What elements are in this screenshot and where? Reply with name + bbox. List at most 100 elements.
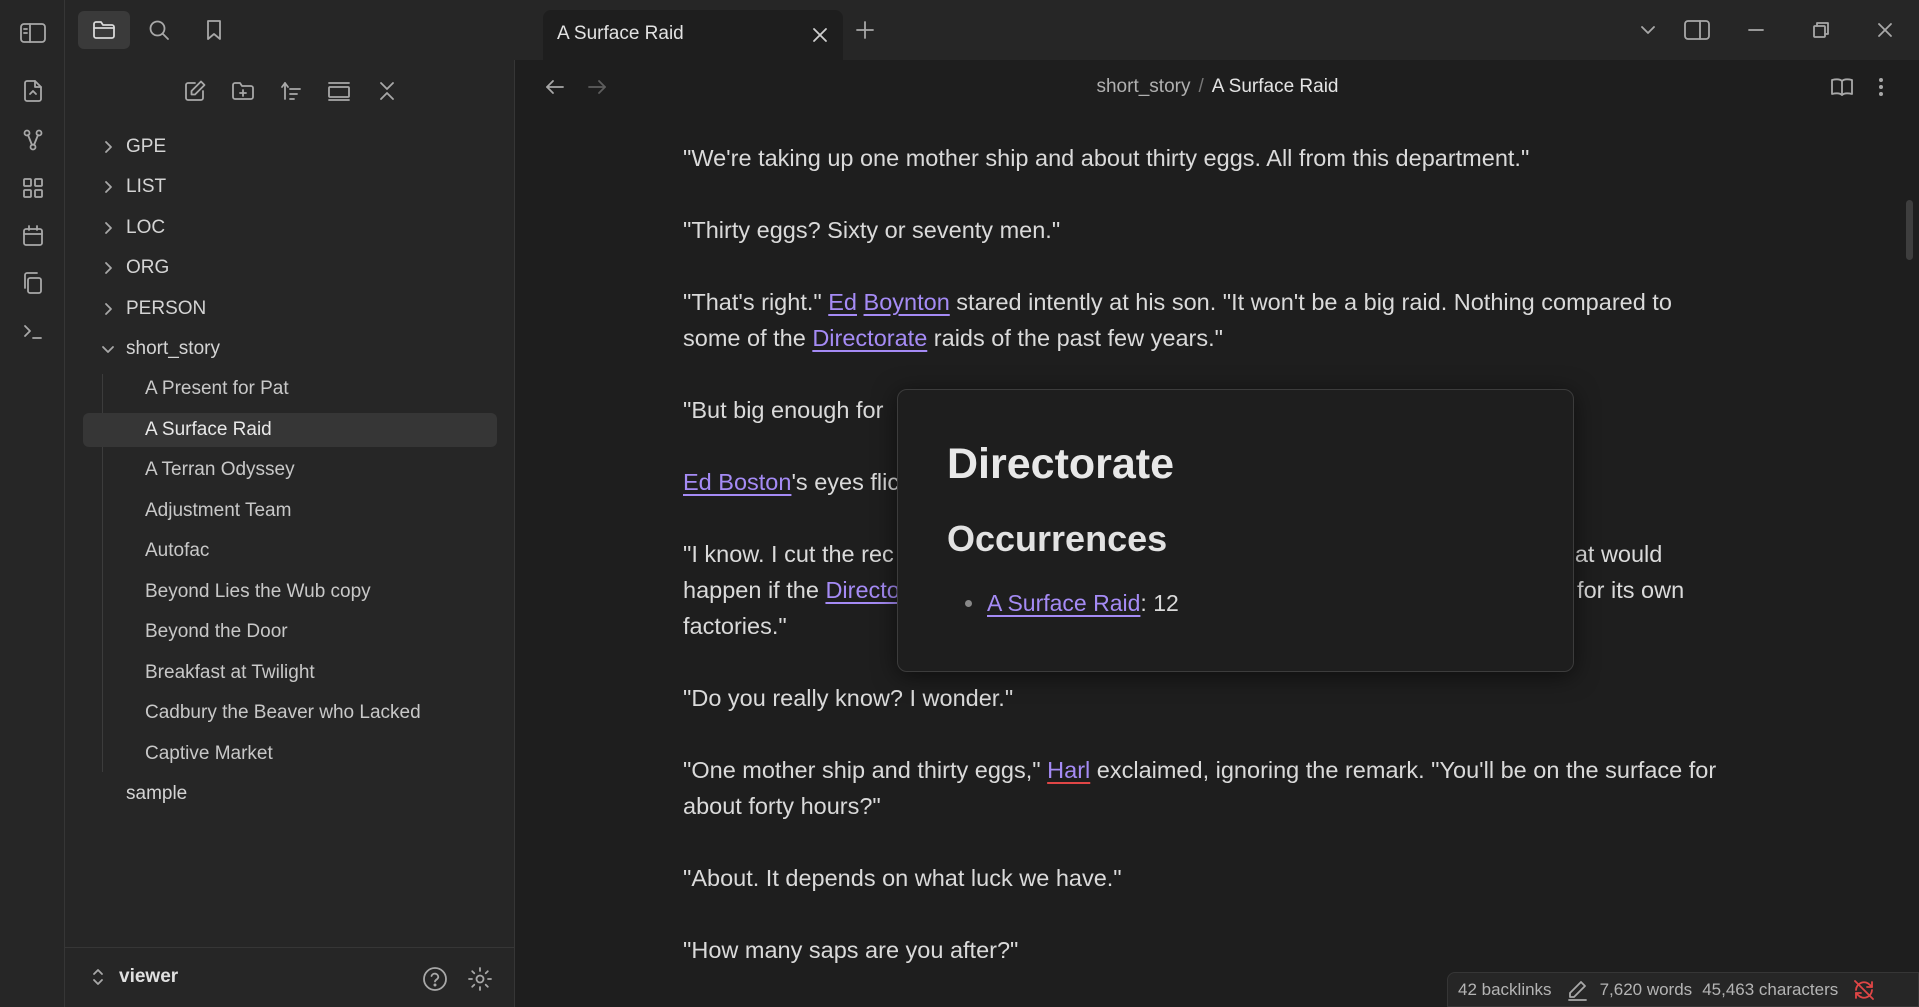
sidebar-toggle-icon[interactable] (18, 18, 48, 48)
restore-icon[interactable] (1801, 12, 1841, 48)
popover-subheading: Occurrences (947, 518, 1168, 559)
popover-title: Directorate (947, 440, 1175, 488)
text-run: -- for its own (1554, 577, 1685, 603)
canvas-icon[interactable] (18, 173, 48, 203)
reading-view-book-icon[interactable] (1829, 75, 1855, 99)
breadcrumb-separator: / (1198, 76, 1204, 97)
folder-label: short_story (126, 338, 220, 359)
file-item[interactable]: A Terran Odyssey (83, 453, 497, 487)
sort-icon[interactable] (276, 76, 306, 106)
paragraph: "We're taking up one mother ship and abo… (683, 145, 1530, 171)
settings-gear-icon[interactable] (465, 964, 495, 994)
folder-loc[interactable]: LOC (90, 211, 479, 245)
internal-link[interactable]: Harl (1047, 757, 1090, 783)
close-window-icon[interactable] (1865, 12, 1905, 48)
character-count: 45,463 characters (1702, 979, 1839, 999)
folder-label: LIST (126, 176, 167, 197)
tab-list-chevron-icon[interactable] (1628, 12, 1668, 48)
text-run: at would (1574, 541, 1663, 567)
folder-gpe[interactable]: GPE (90, 130, 479, 164)
file-item-active[interactable]: A Surface Raid (83, 413, 497, 447)
new-tab-icon[interactable] (845, 12, 885, 48)
daily-note-icon[interactable] (18, 221, 48, 251)
search-icon[interactable] (133, 11, 185, 49)
switcher-icon[interactable] (18, 76, 48, 106)
folder-label: ORG (126, 257, 170, 278)
folder-label: LOC (126, 217, 166, 238)
vault-switcher[interactable]: viewer (91, 966, 178, 988)
file-item[interactable]: Breakfast at Twilight (83, 656, 497, 690)
edit-mode-pencil-icon[interactable] (1566, 979, 1588, 1001)
bookmark-icon[interactable] (188, 11, 240, 49)
file-item[interactable]: Adjustment Team (83, 494, 497, 528)
tab-title: A Surface Raid (557, 23, 684, 44)
occurrence-link[interactable]: A Surface Raid (987, 590, 1140, 617)
folder-short-story[interactable]: short_story (90, 332, 479, 366)
vault-footer: viewer (65, 947, 515, 1007)
file-item[interactable]: Captive Market (83, 737, 497, 771)
text-run: "I know. I cut the rec (683, 541, 894, 567)
folder-list[interactable]: LIST (90, 170, 479, 204)
files-icon[interactable] (78, 11, 130, 49)
chevron-right-icon (98, 177, 118, 197)
folder-label: PERSON (126, 298, 207, 319)
file-item[interactable]: Beyond the Door (83, 615, 497, 649)
text-run: "That's right." (683, 289, 829, 315)
paragraph: "About. It depends on what luck we have.… (683, 865, 1122, 891)
text-run: 's eyes flic (791, 469, 900, 495)
ribbon (0, 0, 65, 1007)
sidebar-tab-header (65, 0, 515, 60)
occurrence-count: : 12 (1140, 590, 1179, 616)
word-count: 7,620 words (1599, 979, 1693, 999)
folder-label: GPE (126, 136, 167, 157)
minimize-icon[interactable] (1736, 12, 1776, 48)
internal-link[interactable]: Ed (828, 289, 857, 315)
graph-view-icon[interactable] (18, 125, 48, 155)
new-note-icon[interactable] (180, 76, 210, 106)
bullet-icon (965, 600, 972, 607)
chevron-right-icon (98, 299, 118, 319)
breadcrumb-current[interactable]: A Surface Raid (1212, 76, 1339, 97)
text-run: "One mother ship and thirty eggs," (683, 757, 1048, 783)
link-preview-popover: Directorate Occurrences A Surface Raid: … (897, 389, 1574, 672)
right-sidebar-toggle-icon[interactable] (1677, 12, 1717, 48)
file-explorer: GPE LIST LOC ORG PERSON short_story A Pr… (65, 60, 515, 1007)
collapse-all-icon[interactable] (372, 76, 402, 106)
text-run: raids of the past few years." (927, 325, 1223, 351)
chevron-right-icon (98, 137, 118, 157)
chevrons-up-down-icon (91, 967, 105, 987)
file-item[interactable]: A Present for Pat (83, 372, 497, 406)
paragraph: "One mother ship and thirty eggs," Harl … (683, 752, 1723, 824)
more-options-icon[interactable] (1876, 75, 1886, 99)
terminal-icon[interactable] (18, 316, 48, 346)
backlinks-count[interactable]: 42 backlinks (1458, 980, 1552, 1000)
paragraph: "How many saps are you after?" (683, 937, 1019, 963)
file-item[interactable]: Beyond Lies the Wub copy (83, 575, 497, 609)
templates-icon[interactable] (18, 268, 48, 298)
internal-link[interactable]: Directo (825, 577, 899, 603)
text-run: happen if the (683, 577, 826, 603)
auto-reveal-icon[interactable] (324, 76, 354, 106)
chevron-right-icon (98, 218, 118, 238)
text-run: factories." (683, 613, 787, 639)
folder-org[interactable]: ORG (90, 251, 479, 285)
file-item-root[interactable]: sample (90, 777, 479, 811)
occurrence-item: A Surface Raid: 12 (965, 590, 1179, 617)
help-icon[interactable] (420, 964, 450, 994)
folder-person[interactable]: PERSON (90, 292, 479, 326)
new-folder-icon[interactable] (228, 76, 258, 106)
vault-name: viewer (119, 966, 179, 987)
sync-error-icon[interactable] (1852, 979, 1876, 1001)
paragraph: "That's right." Ed Boynton stared intent… (683, 284, 1723, 356)
breadcrumb-folder[interactable]: short_story (1096, 76, 1190, 97)
file-item[interactable]: Cadbury the Beaver who Lacked (83, 696, 497, 730)
tab-a-surface-raid[interactable]: A Surface Raid (543, 10, 843, 60)
close-icon[interactable] (807, 22, 833, 48)
breadcrumb: short_story / A Surface Raid (516, 76, 1919, 98)
scrollbar-thumb[interactable] (1906, 200, 1913, 260)
internal-link[interactable]: Directorate (812, 325, 927, 351)
internal-link[interactable]: Boynton (864, 289, 950, 315)
file-item[interactable]: Autofac (83, 534, 497, 568)
paragraph: "Do you really know? I wonder." (683, 685, 1014, 711)
internal-link[interactable]: Ed Boston (683, 469, 791, 495)
